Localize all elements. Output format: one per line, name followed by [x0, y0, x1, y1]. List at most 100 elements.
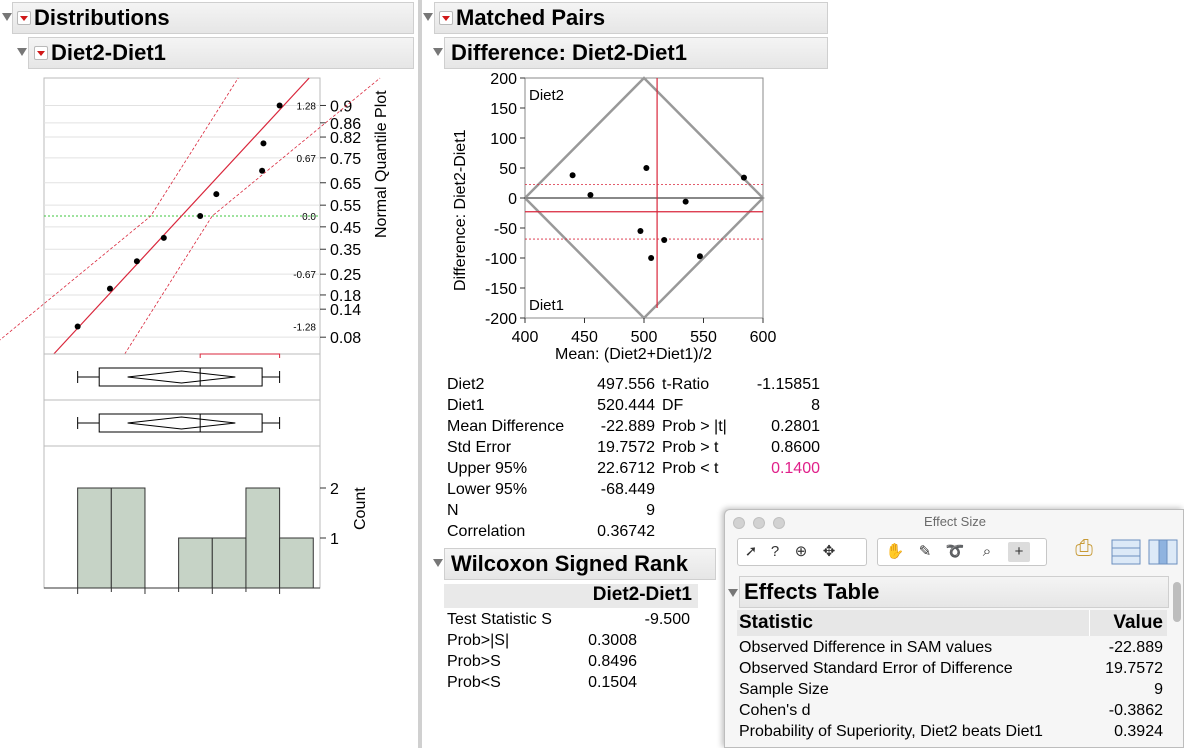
stat-row-label: Std Error: [447, 439, 512, 456]
wilcoxon-row-value: 0.3008: [588, 632, 637, 649]
disclosure-triangle-icon[interactable]: [728, 589, 738, 597]
z-label: -1.28: [293, 322, 316, 333]
difference-point: [569, 172, 576, 179]
distributions-header[interactable]: Distributions: [12, 2, 414, 34]
quantile-point: [197, 213, 204, 219]
x-tick-label: 450: [571, 329, 598, 346]
disclosure-triangle-icon[interactable]: [433, 48, 443, 56]
value-column-header: Value: [1113, 612, 1163, 633]
histogram-bar: [211, 537, 247, 589]
magnifier-icon[interactable]: ⌕: [976, 542, 998, 562]
stat-row-value: -68.449: [600, 481, 655, 498]
y-tick-label: 100: [490, 131, 517, 148]
difference-x-axis-title: Mean: (Diet2+Diet1)/2: [555, 346, 712, 363]
quantile-tick-label: 0.82: [330, 130, 361, 147]
count-tick-label: 2: [330, 481, 339, 498]
stat-row-value: 22.6712: [597, 460, 655, 477]
stat-row-value: 520.444: [597, 397, 655, 414]
arrow-icon[interactable]: ➚: [740, 542, 762, 562]
window-title: Effect Size: [924, 514, 986, 529]
disclosure-triangle-icon[interactable]: [423, 13, 433, 21]
tool-group-1: ➚ ? ⊕ ✥: [737, 538, 867, 566]
wilcoxon-row-value: 0.8496: [588, 653, 637, 670]
quantile-axis-title: Normal Quantile Plot: [373, 90, 390, 238]
disclosure-triangle-icon[interactable]: [433, 559, 443, 567]
y-tick-label: 200: [490, 71, 517, 88]
x-tick-label: -100: [62, 599, 94, 600]
quantile-tick-label: 0.14: [330, 302, 361, 319]
wilcoxon-header[interactable]: Wilcoxon Signed Rank: [444, 548, 716, 580]
grid-icon[interactable]: [1110, 536, 1142, 568]
difference-header[interactable]: Difference: Diet2-Diet1: [444, 37, 828, 69]
move-icon[interactable]: ✥: [818, 542, 840, 562]
histogram-bar: [110, 487, 146, 589]
stat-row-label: Diet1: [447, 397, 485, 414]
z-label: 0.67: [297, 154, 317, 165]
quantile-point: [213, 191, 220, 198]
variable-header[interactable]: Diet2-Diet1: [28, 37, 414, 69]
difference-point: [696, 253, 703, 260]
help-icon[interactable]: ?: [764, 542, 786, 562]
lasso-icon[interactable]: ➰: [944, 542, 966, 562]
effect-size-window: Effect Size ➚ ? ⊕ ✥ ✋ ✎ ➰ ⌕ + ⎙ Effects …: [724, 509, 1184, 748]
distributions-title: Distributions: [34, 5, 170, 30]
stat-row-value: 497.556: [597, 376, 655, 393]
z-label: -0.67: [293, 270, 316, 281]
x-tick-label: 600: [750, 329, 777, 346]
crosshair-icon[interactable]: +: [1008, 542, 1030, 562]
difference-point: [648, 255, 655, 261]
effects-table-title: Effects Table: [744, 579, 880, 604]
panel-splitter[interactable]: [418, 0, 422, 748]
quantile-point: [74, 323, 81, 330]
quantile-point: [133, 258, 140, 265]
stat-row-value: -1.15851: [756, 376, 820, 393]
red-triangle-menu-icon[interactable]: [17, 11, 31, 25]
stat-row-label: Correlation: [447, 523, 526, 540]
quantile-tick-label: 0.45: [330, 220, 361, 237]
wilcoxon-column-label: Diet2-Diet1: [592, 584, 692, 605]
effects-table-header[interactable]: Effects Table: [739, 576, 1169, 608]
stat-row-label: t-Ratio: [662, 376, 710, 393]
difference-plot: Diet2Diet1200150100500-50-100-150-200400…: [485, 71, 777, 346]
red-triangle-menu-icon[interactable]: [439, 11, 453, 25]
stat-row-value: 0.36742: [597, 523, 655, 540]
save-script-icon[interactable]: ⎙: [1070, 537, 1098, 568]
y-tick-label: -200: [485, 311, 517, 328]
matched-pairs-title: Matched Pairs: [456, 5, 606, 30]
wilcoxon-title: Wilcoxon Signed Rank: [451, 551, 688, 576]
stat-row-label: Upper 95%: [447, 460, 528, 477]
difference-point: [643, 165, 650, 171]
quantile-tick-label: 0.25: [330, 267, 361, 284]
stat-row-label: Mean Difference: [447, 418, 565, 435]
column-icon[interactable]: [1147, 536, 1179, 568]
difference-point: [637, 228, 644, 234]
x-tick-label: 550: [690, 329, 717, 346]
disclosure-triangle-icon[interactable]: [2, 13, 12, 21]
red-triangle-menu-icon[interactable]: [34, 46, 48, 60]
z-label: 0.0: [302, 212, 316, 223]
difference-point: [587, 192, 594, 198]
z-label: 1.28: [297, 102, 317, 113]
quantile-tick-label: 0.08: [330, 330, 361, 347]
difference-point: [682, 198, 689, 205]
stat-row-value: 0.8600: [771, 439, 820, 456]
x-tick-label: -50: [133, 599, 156, 600]
selection-icon[interactable]: ⊕: [790, 542, 812, 562]
matched-pairs-header[interactable]: Matched Pairs: [434, 2, 828, 34]
stat-row-label: Prob > t: [662, 439, 719, 456]
quantile-point: [259, 167, 266, 174]
x-tick-label: 50: [271, 599, 289, 600]
wilcoxon-column-header: Diet2-Diet1: [444, 584, 698, 608]
quantile-tick-label: 0.65: [330, 176, 361, 193]
y-tick-label: 50: [499, 161, 517, 178]
effects-table-column-headers: Statistic Value: [737, 610, 1167, 636]
brush-icon[interactable]: ✎: [914, 542, 936, 562]
effect-row-value: 0.3924: [1114, 723, 1163, 740]
disclosure-triangle-icon[interactable]: [17, 48, 27, 56]
effect-row-value: -22.889: [1108, 639, 1163, 656]
histogram-bar: [279, 537, 314, 589]
stat-row-value: -22.889: [600, 418, 655, 435]
count-axis-title: Count: [352, 487, 369, 530]
hand-icon[interactable]: ✋: [884, 542, 906, 562]
vertical-scrollbar[interactable]: [1173, 582, 1181, 622]
